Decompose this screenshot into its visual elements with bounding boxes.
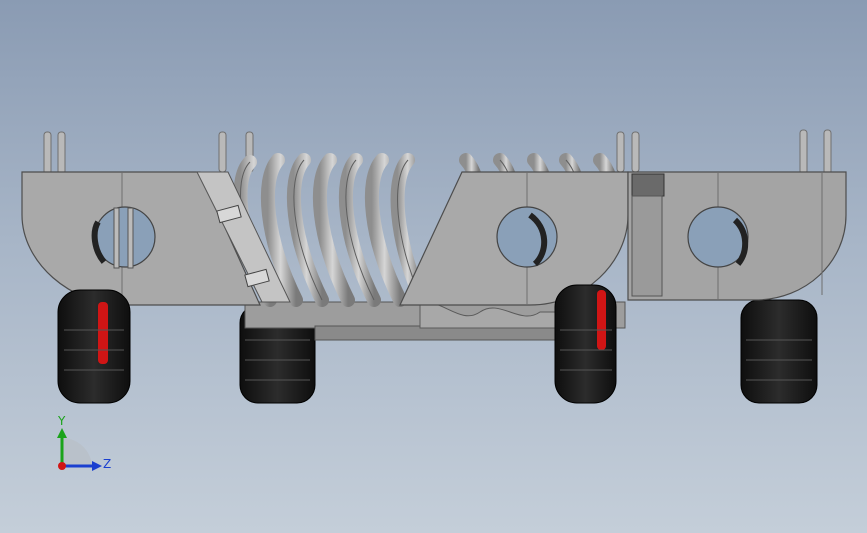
left-fender [21, 171, 291, 306]
z-axis-label: Z [103, 457, 112, 471]
x-axis-origin [58, 462, 66, 470]
y-axis-label: Y [58, 414, 66, 428]
cad-viewport[interactable]: Y Z [0, 0, 867, 533]
vehicle-model-render[interactable] [0, 0, 867, 533]
axis-triad[interactable] [40, 410, 120, 490]
vertical-pipes [43, 129, 832, 175]
rear-fender [627, 171, 847, 301]
